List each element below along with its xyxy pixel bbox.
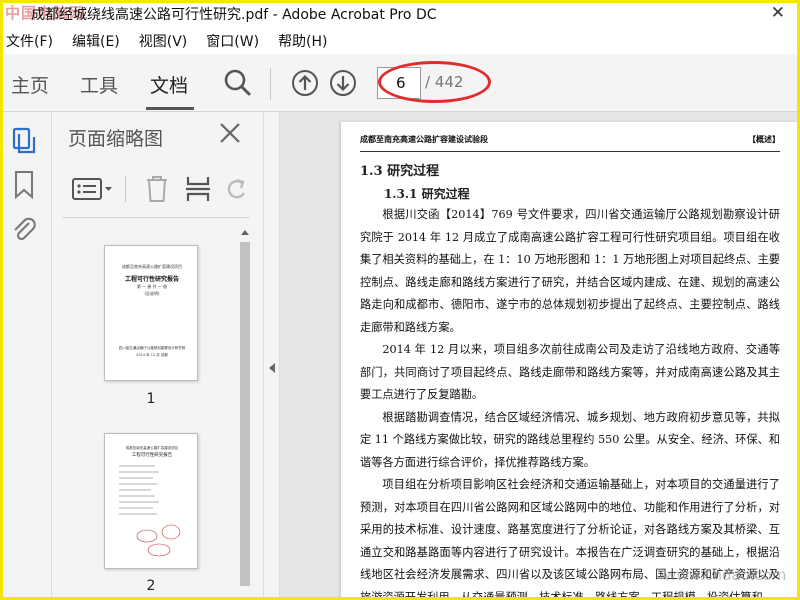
paragraph: 根据踏勘调查情况，结合区域经济情况、城乡规划、地方政府初步意见等，共拟定 11 … <box>360 410 780 469</box>
delete-page-icon[interactable] <box>144 174 170 208</box>
document-page: 成都至南充高速公路扩容建设试验段 【概述】 1.3 研究过程 1.3.1 研究过… <box>341 122 797 600</box>
thumb-content-sketch <box>119 465 181 557</box>
scrollbar-thumb[interactable] <box>240 242 250 586</box>
page-thumbnail-1[interactable]: 成都至南充高速公路扩容建设项目 工程可行性研究报告 第 一 册 共 一 册 (总… <box>104 245 198 381</box>
subsection-heading: 1.3.1 研究过程 <box>384 187 470 201</box>
panel-toolbar <box>62 164 250 218</box>
navigation-rail <box>3 112 52 600</box>
highlight-annotation-oval <box>378 61 491 103</box>
thumb-line: 第 一 册 共 一 册 <box>136 284 168 289</box>
thumb-line: 工程可行性研究报告 <box>124 276 179 283</box>
tab-document[interactable]: 文档 <box>150 71 188 98</box>
page-thumbnails-icon[interactable] <box>11 126 39 160</box>
panel-title: 页面缩略图 <box>68 128 164 150</box>
thumb-line: 成都至南充高速公路扩容建设项目 <box>122 264 182 269</box>
collapse-panel-icon[interactable] <box>268 362 276 374</box>
thumb-footer: 2014 年 12 月 成都 <box>136 353 168 357</box>
tab-tools[interactable]: 工具 <box>80 71 118 98</box>
site-watermark-text: www.chdao.com <box>664 566 787 584</box>
main-toolbar: 主页 工具 文档 6 / 442 <box>3 54 797 112</box>
thumb-footer: 四川省交通运输厅公路规划勘察设计研究院 <box>118 346 186 350</box>
thumb-line: 工程可行性研究报告 <box>131 453 173 458</box>
document-viewer[interactable]: 成都至南充高速公路扩容建设试验段 【概述】 1.3 研究过程 1.3.1 研究过… <box>280 112 797 600</box>
menu-file[interactable]: 文件(F) <box>3 31 61 51</box>
paragraph: 根据川交函【2014】769 号文件要求，四川省交通运输厅公路规划勘察设计研究院… <box>360 208 780 334</box>
rotate-page-icon[interactable] <box>224 174 250 208</box>
menu-view[interactable]: 视图(V) <box>136 31 196 51</box>
bookmark-icon[interactable] <box>13 170 35 204</box>
panel-splitter[interactable] <box>263 112 280 600</box>
page-running-header: 成都至南充高速公路扩容建设试验段 【概述】 <box>360 134 780 152</box>
header-left-text: 成都至南充高速公路扩容建设试验段 <box>360 135 488 144</box>
page-thumbnail-2[interactable]: 成都至南充高速公路扩容建设项目 工程可行性研究报告 <box>104 433 198 569</box>
thumbnail-label-1: 1 <box>146 391 156 407</box>
title-bar: 中国电脑网 成都经城绕线高速公路可行性研究.pdf - Adobe Acroba… <box>3 0 797 28</box>
section-heading: 1.3 研究过程 <box>360 164 440 179</box>
thumb-line: 成都至南充高速公路扩容建设项目 <box>125 446 179 450</box>
menu-window[interactable]: 窗口(W) <box>203 31 267 51</box>
tab-home[interactable]: 主页 <box>11 71 49 98</box>
page-thumbnails-panel: 页面缩略图 成都至南充高速公路扩容建设项目 工程可行性研究报告 第 一 册 共 … <box>52 112 263 600</box>
thumb-line: (总说明) <box>144 291 160 296</box>
previous-page-icon[interactable] <box>291 69 319 101</box>
scroll-up-icon[interactable] <box>240 228 250 236</box>
active-tab-indicator <box>146 107 194 110</box>
panel-toolbar-separator <box>125 176 126 202</box>
menu-help[interactable]: 帮助(H) <box>275 31 335 51</box>
options-menu-icon[interactable] <box>70 174 114 208</box>
window-title: 成都经城绕线高速公路可行性研究.pdf - Adobe Acrobat Pro … <box>31 7 437 23</box>
attachment-icon[interactable] <box>11 214 37 248</box>
paragraph: 2014 年 12 月以来，项目组多次前往成南公司及走访了沿线地方政府、交通等部… <box>360 343 780 401</box>
toolbar-separator <box>270 68 271 100</box>
header-right-text: 【概述】 <box>748 135 780 144</box>
search-icon[interactable] <box>223 68 253 102</box>
next-page-icon[interactable] <box>329 69 357 101</box>
insert-page-icon[interactable] <box>184 174 212 208</box>
thumbnails-scrollbar[interactable] <box>238 226 252 600</box>
menu-bar: 文件(F) 编辑(E) 视图(V) 窗口(W) 帮助(H) <box>3 28 797 54</box>
thumbnail-label-2: 2 <box>146 578 156 594</box>
close-panel-icon[interactable] <box>218 121 242 152</box>
menu-edit[interactable]: 编辑(E) <box>69 31 128 51</box>
close-window-icon[interactable]: ✕ <box>771 3 785 23</box>
document-body: 根据川交函【2014】769 号文件要求，四川省交通运输厅公路规划勘察设计研究院… <box>360 204 780 600</box>
